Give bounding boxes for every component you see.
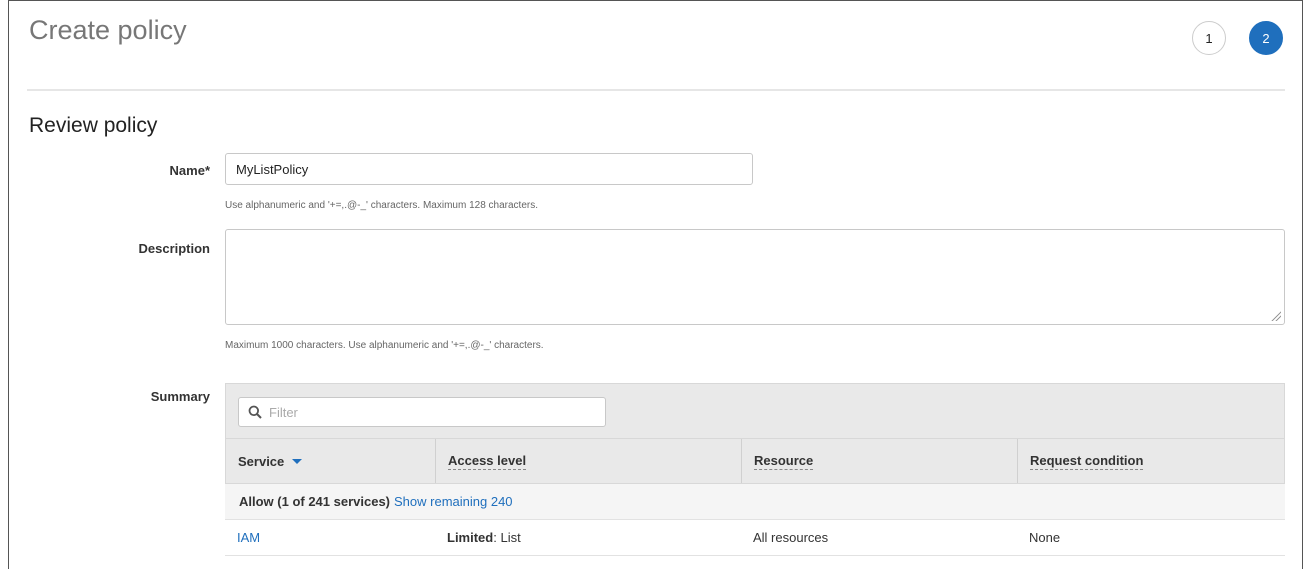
access-level-type: Limited bbox=[447, 530, 494, 545]
column-header-resource[interactable]: Resource bbox=[742, 439, 1018, 483]
description-hint: Maximum 1000 characters. Use alphanumeri… bbox=[225, 340, 544, 351]
resize-grip-icon[interactable] bbox=[1271, 311, 1281, 321]
service-cell: IAM bbox=[225, 520, 435, 555]
table-toolbar bbox=[225, 383, 1285, 438]
access-level-cell: Limited: List bbox=[435, 520, 741, 555]
filter-box[interactable] bbox=[238, 397, 606, 427]
request-condition-cell: None bbox=[1029, 530, 1061, 545]
description-textarea[interactable] bbox=[225, 229, 1285, 325]
table-row: IAM Limited: List All resources None bbox=[225, 520, 1285, 556]
column-header-service[interactable]: Service bbox=[226, 439, 436, 483]
column-header-service-label: Service bbox=[238, 453, 285, 469]
description-label: Description bbox=[138, 241, 210, 256]
filter-input[interactable] bbox=[267, 403, 591, 421]
column-header-access-level-label: Access level bbox=[448, 452, 527, 470]
policy-name-input[interactable] bbox=[225, 153, 753, 185]
service-link-iam[interactable]: IAM bbox=[237, 530, 260, 545]
header-divider bbox=[27, 89, 1285, 91]
section-title: Review policy bbox=[29, 114, 158, 137]
caret-down-icon[interactable] bbox=[292, 458, 303, 464]
name-label: Name* bbox=[169, 163, 210, 178]
step-2-indicator-active: 2 bbox=[1249, 21, 1283, 55]
allow-group-label: Allow (1 of 241 services) bbox=[239, 494, 391, 509]
name-hint: Use alphanumeric and '+=,.@-_' character… bbox=[225, 200, 538, 211]
column-header-request-condition[interactable]: Request condition bbox=[1018, 439, 1284, 483]
resource-cell: All resources bbox=[753, 530, 829, 545]
column-header-request-condition-label: Request condition bbox=[1030, 452, 1144, 470]
show-remaining-link[interactable]: Show remaining 240 bbox=[394, 494, 513, 509]
summary-table: Service Access level Resource Request co… bbox=[225, 383, 1285, 556]
table-header-row: Service Access level Resource Request co… bbox=[225, 438, 1285, 484]
step-1-indicator[interactable]: 1 bbox=[1192, 21, 1226, 55]
create-policy-panel: Create policy 1 2 Review policy Name* Us… bbox=[8, 0, 1303, 569]
page-title: Create policy bbox=[29, 15, 187, 45]
summary-label: Summary bbox=[150, 389, 210, 404]
access-level-detail: : List bbox=[493, 530, 521, 545]
column-header-access-level[interactable]: Access level bbox=[436, 439, 742, 483]
allow-group-row: Allow (1 of 241 services) Show remaining… bbox=[225, 484, 1285, 520]
column-header-resource-label: Resource bbox=[754, 452, 814, 470]
search-icon bbox=[243, 398, 267, 426]
